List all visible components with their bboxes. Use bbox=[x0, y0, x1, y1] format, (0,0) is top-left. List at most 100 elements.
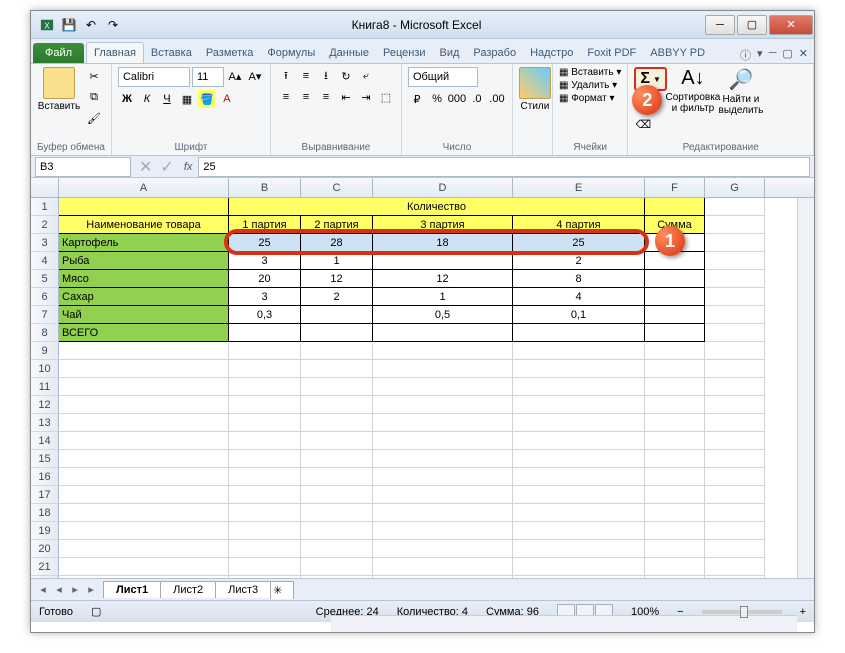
cell[interactable]: Сахар bbox=[59, 288, 229, 306]
tab-data[interactable]: Данные bbox=[322, 43, 376, 63]
format-cells-button[interactable]: ▦ Формат ▾ bbox=[559, 93, 615, 104]
cell[interactable] bbox=[645, 198, 705, 216]
row-header[interactable]: 11 bbox=[31, 378, 59, 396]
cell[interactable] bbox=[513, 378, 645, 396]
cell[interactable] bbox=[513, 522, 645, 540]
cell[interactable]: Картофель bbox=[59, 234, 229, 252]
cell[interactable] bbox=[301, 360, 373, 378]
zoom-slider[interactable] bbox=[702, 610, 782, 614]
cell[interactable] bbox=[705, 270, 765, 288]
cell[interactable]: 25 bbox=[513, 234, 645, 252]
cell[interactable] bbox=[59, 342, 229, 360]
cell[interactable] bbox=[645, 360, 705, 378]
redo-icon[interactable]: ↷ bbox=[103, 15, 123, 35]
align-right-icon[interactable]: ≡ bbox=[317, 88, 335, 106]
cell[interactable] bbox=[229, 486, 301, 504]
row-header[interactable]: 9 bbox=[31, 342, 59, 360]
tab-view[interactable]: Вид bbox=[433, 43, 467, 63]
cell[interactable] bbox=[301, 342, 373, 360]
format-painter-icon[interactable]: 🖌 bbox=[85, 109, 103, 127]
cell[interactable]: 20 bbox=[229, 270, 301, 288]
tab-developer[interactable]: Разрабо bbox=[466, 43, 523, 63]
copy-icon[interactable]: ⧉ bbox=[85, 88, 103, 106]
cell[interactable] bbox=[513, 432, 645, 450]
cell[interactable] bbox=[229, 450, 301, 468]
cell[interactable] bbox=[373, 378, 513, 396]
maximize-button[interactable]: ▢ bbox=[737, 15, 767, 35]
cell[interactable] bbox=[373, 324, 513, 342]
cell[interactable] bbox=[705, 342, 765, 360]
file-tab[interactable]: Файл bbox=[33, 43, 84, 63]
cell[interactable]: 25 bbox=[229, 234, 301, 252]
underline-icon[interactable]: Ч bbox=[158, 90, 176, 108]
sheet-tab-3[interactable]: Лист3 bbox=[215, 581, 271, 598]
cell[interactable] bbox=[59, 198, 229, 216]
row-header[interactable]: 22 bbox=[31, 576, 59, 578]
row-header[interactable]: 8 bbox=[31, 324, 59, 342]
row-header[interactable]: 7 bbox=[31, 306, 59, 324]
save-icon[interactable]: 💾 bbox=[59, 15, 79, 35]
doc-minimize-icon[interactable]: ─ bbox=[769, 47, 777, 63]
cell[interactable] bbox=[59, 396, 229, 414]
cell[interactable] bbox=[705, 288, 765, 306]
align-left-icon[interactable]: ≡ bbox=[277, 88, 295, 106]
cell[interactable] bbox=[229, 558, 301, 576]
ribbon-minimize-icon[interactable]: ▾ bbox=[757, 47, 763, 63]
cell[interactable] bbox=[373, 576, 513, 578]
cell[interactable] bbox=[513, 468, 645, 486]
cell[interactable] bbox=[301, 486, 373, 504]
cell[interactable] bbox=[705, 252, 765, 270]
cell[interactable] bbox=[373, 396, 513, 414]
zoom-in-icon[interactable]: + bbox=[800, 606, 806, 618]
cell[interactable]: 4 партия bbox=[513, 216, 645, 234]
cell[interactable] bbox=[59, 414, 229, 432]
cell[interactable] bbox=[59, 540, 229, 558]
cell[interactable] bbox=[59, 486, 229, 504]
cell[interactable] bbox=[513, 540, 645, 558]
cell[interactable] bbox=[301, 414, 373, 432]
col-header-D[interactable]: D bbox=[373, 178, 513, 197]
row-header[interactable]: 19 bbox=[31, 522, 59, 540]
cell[interactable] bbox=[645, 576, 705, 578]
cell[interactable]: 0,1 bbox=[513, 306, 645, 324]
cell[interactable] bbox=[301, 522, 373, 540]
cell[interactable]: ВСЕГО bbox=[59, 324, 229, 342]
cell[interactable] bbox=[373, 540, 513, 558]
row-header[interactable]: 10 bbox=[31, 360, 59, 378]
cell[interactable] bbox=[705, 576, 765, 578]
cell[interactable] bbox=[513, 558, 645, 576]
cell[interactable] bbox=[645, 540, 705, 558]
cell[interactable] bbox=[513, 324, 645, 342]
cell[interactable] bbox=[513, 504, 645, 522]
cell[interactable] bbox=[301, 504, 373, 522]
row-header[interactable]: 6 bbox=[31, 288, 59, 306]
sheet-nav-first[interactable]: ◂ bbox=[35, 583, 51, 596]
cell[interactable]: 3 партия bbox=[373, 216, 513, 234]
row-header[interactable]: 1 bbox=[31, 198, 59, 216]
cell[interactable] bbox=[301, 306, 373, 324]
cell[interactable] bbox=[513, 396, 645, 414]
indent-dec-icon[interactable]: ⇤ bbox=[337, 88, 355, 106]
inc-decimal-icon[interactable]: .0 bbox=[468, 90, 486, 108]
cell[interactable] bbox=[645, 486, 705, 504]
cell[interactable] bbox=[229, 504, 301, 522]
col-header-E[interactable]: E bbox=[513, 178, 645, 197]
cell[interactable] bbox=[645, 522, 705, 540]
cell[interactable]: 1 bbox=[301, 252, 373, 270]
sort-filter-button[interactable]: A↓ Cортировка и фильтр bbox=[671, 67, 715, 114]
cell[interactable] bbox=[301, 450, 373, 468]
cancel-formula-icon[interactable]: ✕ bbox=[135, 157, 156, 177]
cell[interactable] bbox=[301, 576, 373, 578]
cell[interactable] bbox=[59, 450, 229, 468]
name-box[interactable] bbox=[35, 157, 131, 177]
select-all-corner[interactable] bbox=[31, 178, 59, 197]
cell[interactable] bbox=[705, 468, 765, 486]
cell[interactable] bbox=[373, 360, 513, 378]
cell[interactable] bbox=[645, 432, 705, 450]
cell[interactable] bbox=[229, 342, 301, 360]
cell[interactable] bbox=[229, 396, 301, 414]
cell[interactable] bbox=[229, 432, 301, 450]
formula-input[interactable] bbox=[198, 157, 810, 177]
row-header[interactable]: 14 bbox=[31, 432, 59, 450]
cell[interactable]: 18 bbox=[373, 234, 513, 252]
